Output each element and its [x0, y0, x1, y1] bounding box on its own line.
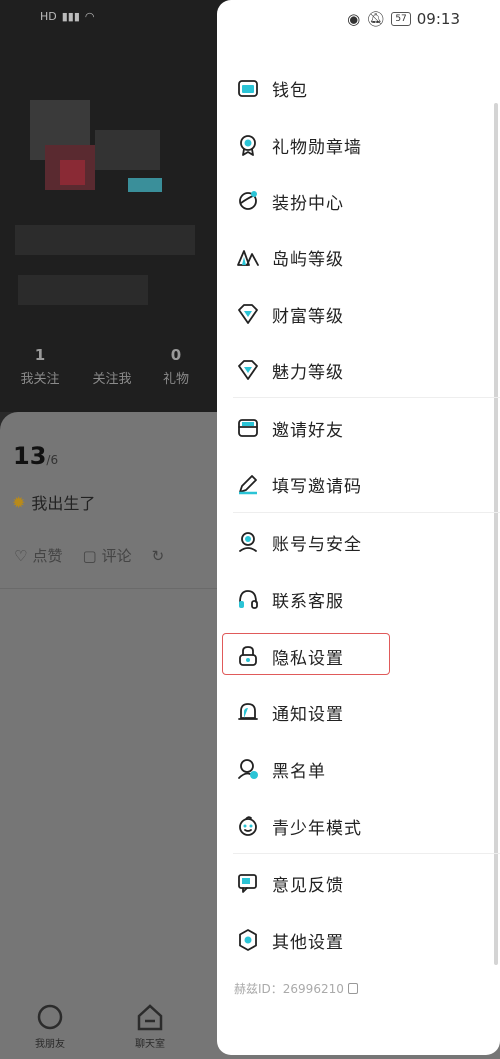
- menu-item-13[interactable]: 黑名单: [233, 746, 483, 792]
- battery-icon: 57: [391, 12, 411, 26]
- menu-item-label: 财富等级: [272, 306, 344, 327]
- menu-item-4[interactable]: 岛屿等级: [233, 234, 483, 280]
- menu-item-label: 填写邀请码: [272, 476, 362, 497]
- menu-item-label: 通知设置: [272, 704, 344, 725]
- menu-divider: [233, 512, 500, 513]
- menu-item-label: 意见反馈: [272, 875, 344, 896]
- post-actions: ♡ 点赞 ▢ 评论 ↻: [14, 545, 164, 566]
- bell-icon: [236, 700, 260, 724]
- mosaic-name: [15, 225, 195, 255]
- menu-item-label: 黑名单: [272, 761, 326, 782]
- menu-item-label: 隐私设置: [272, 648, 344, 669]
- feedback-icon: [236, 871, 260, 895]
- menu-item-label: 装扮中心: [272, 193, 344, 214]
- copy-icon[interactable]: [347, 983, 358, 994]
- pen-icon: [236, 472, 260, 496]
- stat-following-count: 1: [34, 346, 46, 364]
- lock-icon: [236, 644, 260, 668]
- mosaic-avatar: [95, 130, 160, 170]
- blocked-user-icon: [236, 757, 260, 781]
- stat-followers-label: 关注我: [92, 372, 132, 387]
- footer-id: 赫兹ID：26996210: [234, 980, 358, 997]
- menu-item-12[interactable]: 通知设置: [233, 689, 483, 735]
- menu-item-16[interactable]: 其他设置: [233, 917, 483, 963]
- share-icon: ↻: [151, 546, 165, 565]
- tab-chatroom[interactable]: 聊天室: [120, 1002, 180, 1050]
- island-icon: [236, 245, 260, 269]
- mosaic-bio: [18, 275, 148, 305]
- sun-icon: ✹: [12, 492, 26, 512]
- comment-icon: ▢: [82, 546, 97, 565]
- menu-item-label: 其他设置: [272, 932, 344, 953]
- mosaic-avatar: [60, 160, 85, 185]
- menu-item-2[interactable]: 礼物勋章墙: [233, 122, 483, 168]
- stat-gifts-count: 0: [170, 346, 182, 364]
- menu-item-label: 邀请好友: [272, 420, 344, 441]
- stat-followers[interactable]: 关注我: [82, 346, 142, 387]
- menu-divider: [233, 397, 500, 398]
- diamond-icon: [236, 358, 260, 382]
- stat-gifts-label: 礼物: [162, 372, 189, 387]
- clock: 09:13: [416, 10, 460, 28]
- menu-item-label: 魅力等级: [272, 362, 344, 383]
- menu-item-label: 青少年模式: [272, 818, 362, 839]
- child-icon: [236, 814, 260, 838]
- diamond-icon: [236, 302, 260, 326]
- stat-following-label: 我关注: [20, 372, 60, 387]
- menu-item-1[interactable]: 钱包: [233, 65, 483, 111]
- wallet-icon: [236, 76, 260, 100]
- planet-icon: [236, 189, 260, 213]
- scrollbar[interactable]: [494, 103, 498, 965]
- headset-icon: [236, 587, 260, 611]
- post-month: /6: [46, 453, 59, 467]
- mosaic-avatar: [128, 178, 162, 192]
- medal-icon: [236, 133, 260, 157]
- envelope-icon: [236, 416, 260, 440]
- menu-item-8[interactable]: 填写邀请码: [233, 461, 483, 507]
- menu-item-10[interactable]: 联系客服: [233, 576, 483, 622]
- comment-button[interactable]: ▢ 评论: [82, 545, 131, 566]
- post-date: 13/6: [13, 442, 58, 470]
- menu-item-label: 账号与安全: [272, 534, 362, 555]
- post-text: 我出生了: [31, 494, 96, 513]
- wifi-icon: ◠: [84, 10, 95, 23]
- heart-icon: ♡: [14, 546, 28, 565]
- menu-item-11[interactable]: 隐私设置: [233, 633, 483, 679]
- hd-icon: HD: [40, 10, 57, 23]
- post-day: 13: [13, 442, 47, 470]
- menu-item-label: 联系客服: [272, 591, 344, 612]
- eye-icon: ◉: [347, 10, 361, 28]
- friends-icon: [37, 1004, 63, 1030]
- menu-item-5[interactable]: 财富等级: [233, 291, 483, 337]
- stat-gifts[interactable]: 0 礼物: [146, 346, 206, 387]
- share-button[interactable]: ↻: [152, 545, 165, 566]
- menu-item-label: 礼物勋章墙: [272, 137, 362, 158]
- menu-item-14[interactable]: 青少年模式: [233, 803, 483, 849]
- menu-item-3[interactable]: 装扮中心: [233, 178, 483, 224]
- settings-icon: [236, 928, 260, 952]
- menu-divider: [233, 853, 500, 854]
- status-bar-left: HD ▮▮▮ ◠: [40, 10, 95, 23]
- menu-item-9[interactable]: 账号与安全: [233, 519, 483, 565]
- home-icon: [137, 1004, 163, 1031]
- tab-chatroom-label: 聊天室: [135, 1039, 165, 1050]
- user-id-text: 赫兹ID：26996210: [234, 982, 344, 996]
- menu-item-6[interactable]: 魅力等级: [233, 347, 483, 393]
- post-content: ✹ 我出生了: [12, 490, 95, 514]
- menu-item-15[interactable]: 意见反馈: [233, 860, 483, 906]
- comment-label: 评论: [101, 547, 132, 565]
- tab-friends[interactable]: 我朋友: [20, 1002, 80, 1050]
- menu-item-label: 钱包: [272, 80, 308, 101]
- like-label: 点赞: [32, 547, 63, 565]
- stat-followers-count: [82, 346, 142, 364]
- signal-icon: ▮▮▮: [61, 10, 80, 23]
- status-bar: ◉ 🔕︎ 57 09:13: [347, 10, 460, 28]
- user-shield-icon: [236, 530, 260, 554]
- menu-item-7[interactable]: 邀请好友: [233, 405, 483, 451]
- stat-following[interactable]: 1 我关注: [10, 346, 70, 387]
- tab-friends-label: 我朋友: [35, 1039, 65, 1050]
- menu-item-label: 岛屿等级: [272, 249, 344, 270]
- like-button[interactable]: ♡ 点赞: [14, 545, 62, 566]
- mute-icon: 🔕︎: [366, 10, 386, 28]
